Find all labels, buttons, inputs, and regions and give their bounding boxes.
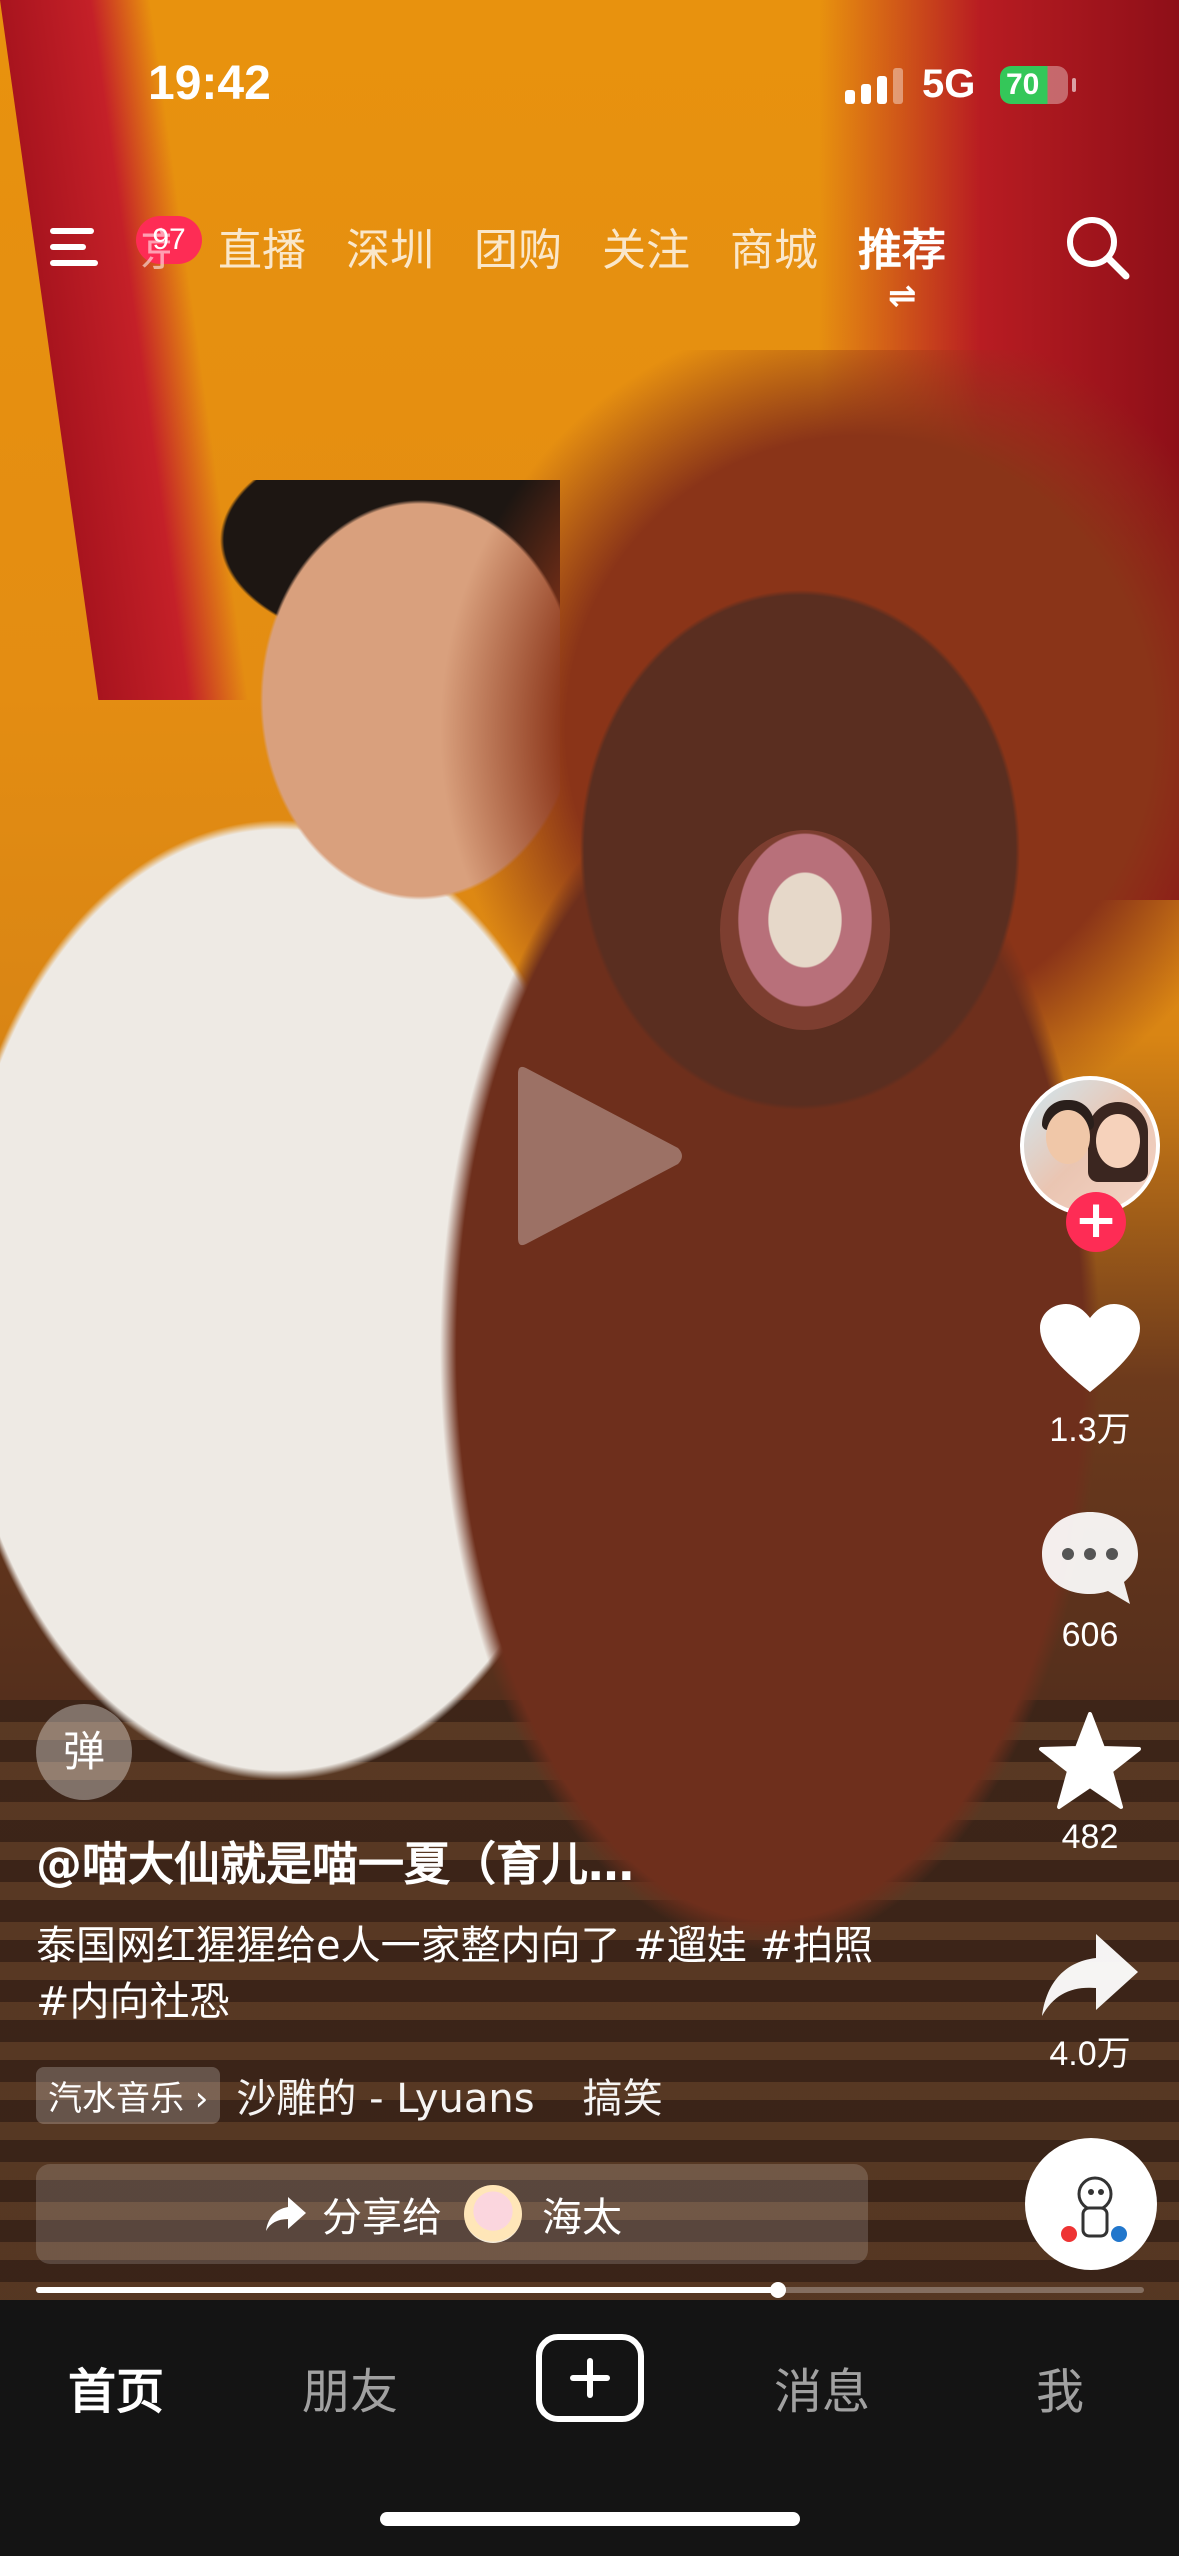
- share-button[interactable]: 4.0万: [1010, 1930, 1170, 2075]
- heart-icon: [1040, 1304, 1140, 1392]
- favorite-button[interactable]: 482: [1010, 1712, 1170, 1857]
- tab-following[interactable]: 关注: [602, 214, 690, 278]
- battery-level: 70: [1006, 68, 1040, 101]
- tab-messages[interactable]: 消息: [774, 2352, 870, 2422]
- feed-tabs: 京 直播 深圳 团购 关注 商城 推荐 ⇌: [140, 214, 986, 316]
- share-to-content: 分享给 海太: [264, 2164, 622, 2264]
- network-type: 5G: [922, 62, 976, 106]
- star-icon: [1039, 1712, 1141, 1809]
- danmu-toggle-button[interactable]: 弹: [36, 1704, 132, 1800]
- status-bar: 19:42 5G 70: [0, 0, 1179, 170]
- share-icon: [266, 2197, 306, 2231]
- search-icon[interactable]: [1062, 212, 1132, 282]
- status-time: 19:42: [148, 57, 271, 110]
- tab-mall[interactable]: 商城: [730, 214, 818, 278]
- music-extra-tag[interactable]: 搞笑: [583, 2066, 663, 2124]
- play-icon[interactable]: [508, 1058, 688, 1254]
- tab-live[interactable]: 直播: [218, 214, 306, 278]
- share-to-bar[interactable]: 分享给 海太: [36, 2164, 868, 2264]
- follow-button[interactable]: +: [1066, 1192, 1126, 1252]
- tab-friends[interactable]: 朋友: [302, 2352, 398, 2422]
- top-navigation: 97 京 直播 深圳 团购 关注 商城 推荐 ⇌: [0, 190, 1179, 320]
- menu-button[interactable]: 97: [50, 216, 202, 274]
- music-source-tag[interactable]: 汽水音乐 ›: [36, 2066, 221, 2124]
- comment-button[interactable]: 606: [1010, 1508, 1170, 1655]
- music-disc-character-icon: [1061, 2176, 1127, 2242]
- tab-home[interactable]: 首页: [68, 2352, 164, 2422]
- favorite-count: 482: [1061, 1818, 1119, 1856]
- share-label: 分享给: [322, 2195, 442, 2241]
- tab-recommended-label: 推荐: [858, 225, 946, 276]
- tab-group-buy[interactable]: 团购: [474, 214, 562, 278]
- music-disc[interactable]: [1025, 2138, 1157, 2270]
- music-row[interactable]: 汽水音乐 › 沙雕的 - Lyuans 搞笑: [36, 2066, 663, 2124]
- video-progress-bar[interactable]: [36, 2282, 1144, 2298]
- tab-me[interactable]: 我: [1036, 2352, 1084, 2422]
- music-title[interactable]: 沙雕的 - Lyuans: [236, 2066, 534, 2124]
- comment-count: 606: [1061, 1616, 1119, 1654]
- like-button[interactable]: 1.3万: [1010, 1302, 1170, 1451]
- comment-icon: [1042, 1512, 1138, 1604]
- share-target-avatar: [464, 2185, 522, 2243]
- video-feed-screen: 19:42 5G 70 97 京 直播 深圳 团购 关注 商城 推荐 ⇌ + 1…: [0, 0, 1179, 2556]
- share-target-name: 海太: [542, 2195, 622, 2241]
- like-count: 1.3万: [1049, 1411, 1131, 1449]
- home-indicator: [380, 2512, 800, 2526]
- author-name[interactable]: @喵大仙就是喵一夏（育儿…: [36, 1828, 634, 1894]
- tab-local[interactable]: 京: [140, 214, 170, 278]
- signal-icon: [845, 68, 903, 104]
- orangutan-mouth: [720, 830, 890, 1030]
- video-progress-fill: [36, 2287, 779, 2293]
- create-post-button[interactable]: [536, 2334, 644, 2422]
- tab-recommended[interactable]: 推荐 ⇌: [858, 214, 946, 316]
- share-count: 4.0万: [1049, 2035, 1131, 2073]
- tab-city[interactable]: 深圳: [346, 214, 434, 278]
- share-arrow-icon: [1042, 1934, 1138, 2016]
- swap-icon: ⇌: [888, 276, 917, 316]
- video-description[interactable]: 泰国网红猩猩给e人一家整内向了 #遛娃 #拍照 #内向社恐: [36, 1918, 916, 2030]
- battery-icon: 70: [1000, 66, 1076, 104]
